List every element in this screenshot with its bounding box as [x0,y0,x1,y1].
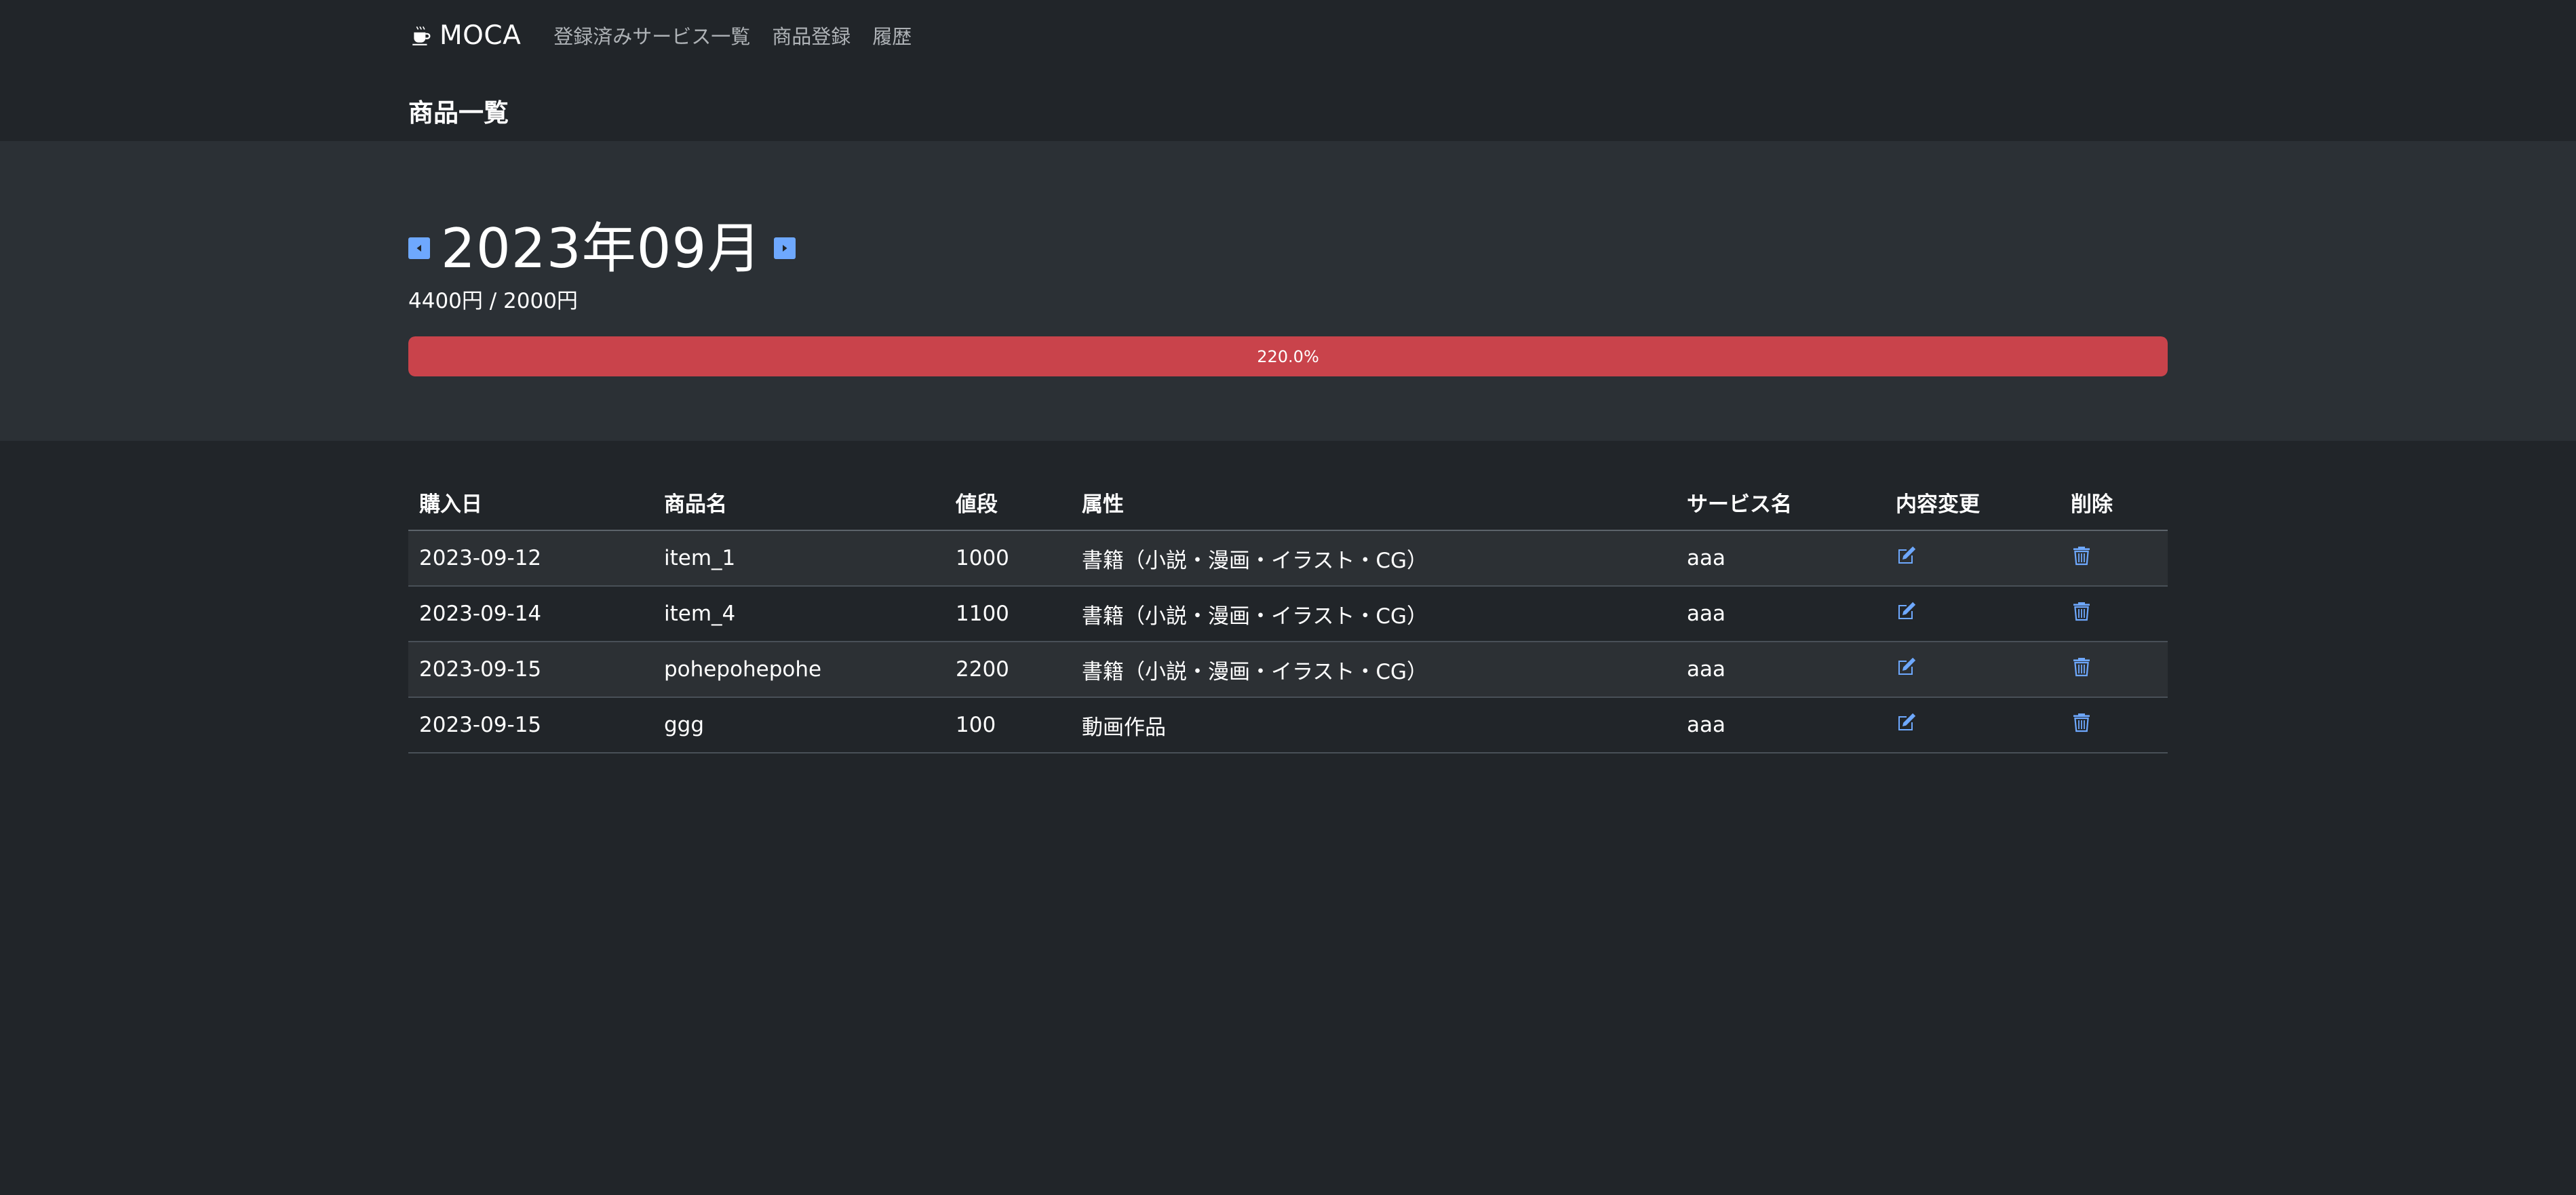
cell-delete [2060,697,2168,753]
header-edit: 内容変更 [1885,475,2060,531]
edit-button[interactable] [1896,711,1917,733]
prev-month-button[interactable] [408,237,430,259]
next-month-button[interactable] [774,237,796,259]
pencil-square-icon [1898,657,1916,675]
trash-icon [2073,547,2090,566]
delete-button[interactable] [2071,600,2092,622]
navbar-container: MOCA 登録済みサービス一覧 商品登録 履歴 [408,19,2168,52]
cell-date: 2023-09-14 [408,586,653,642]
cell-delete [2060,642,2168,698]
table-row: 2023-09-14 item_4 1100 書籍（小説・漫画・イラスト・CG）… [408,586,2168,642]
summary-panel: 2023年09月 4400円 / 2000円 220.0% [0,141,2576,441]
caret-right-icon [783,245,787,252]
cell-price: 100 [945,697,1071,753]
cell-edit [1885,697,2060,753]
header-price: 値段 [945,475,1071,531]
navbar: MOCA 登録済みサービス一覧 商品登録 履歴 [0,0,2576,71]
progress-label: 220.0% [1257,347,1319,366]
table-row: 2023-09-12 item_1 1000 書籍（小説・漫画・イラスト・CG）… [408,530,2168,587]
nav-link-services[interactable]: 登録済みサービス一覧 [553,21,750,50]
header-attribute: 属性 [1071,475,1676,531]
pencil-square-icon [1898,713,1916,730]
cell-date: 2023-09-15 [408,642,653,698]
header-service-name: サービス名 [1676,475,1885,531]
header-delete: 削除 [2060,475,2168,531]
delete-button[interactable] [2071,711,2092,733]
current-month: 2023年09月 [441,217,762,280]
items-table-wrapper: 購入日 商品名 値段 属性 サービス名 内容変更 削除 2023-09-12 i… [408,475,2168,753]
cell-date: 2023-09-12 [408,530,653,587]
table-row: 2023-09-15 ggg 100 動画作品 aaa [408,697,2168,753]
delete-button[interactable] [2071,545,2092,566]
table-row: 2023-09-15 pohepohepohe 2200 書籍（小説・漫画・イラ… [408,642,2168,698]
cell-service: aaa [1676,586,1885,642]
nav-link-history[interactable]: 履歴 [872,21,912,50]
table-header-row: 購入日 商品名 値段 属性 サービス名 内容変更 削除 [408,475,2168,531]
pencil-square-icon [1898,546,1916,564]
trash-icon [2073,713,2090,732]
cell-edit [1885,642,2060,698]
nav-link-register-item[interactable]: 商品登録 [772,21,851,50]
cell-date: 2023-09-15 [408,697,653,753]
cell-name: item_1 [653,530,945,587]
cell-attribute: 動画作品 [1071,697,1676,753]
cell-service: aaa [1676,530,1885,587]
items-table: 購入日 商品名 値段 属性 サービス名 内容変更 削除 2023-09-12 i… [408,475,2168,753]
edit-button[interactable] [1896,545,1917,566]
cell-attribute: 書籍（小説・漫画・イラスト・CG） [1071,530,1676,587]
cell-name: ggg [653,697,945,753]
budget-progress: 220.0% [408,336,2168,376]
brand-label: MOCA [440,20,522,51]
caret-left-icon [416,245,421,252]
cell-price: 1100 [945,586,1071,642]
month-navigator: 2023年09月 [408,206,796,282]
pencil-square-icon [1898,602,1916,619]
budget-progress-bar: 220.0% [408,336,2168,376]
coffee-cup-icon [408,22,434,48]
trash-icon [2073,658,2090,677]
delete-button[interactable] [2071,656,2092,678]
budget-text: 4400円 / 2000円 [408,289,578,313]
edit-button[interactable] [1896,656,1917,678]
cell-edit [1885,530,2060,587]
cell-name: item_4 [653,586,945,642]
header-item-name: 商品名 [653,475,945,531]
cell-delete [2060,530,2168,587]
cell-delete [2060,586,2168,642]
cell-name: pohepohepohe [653,642,945,698]
cell-edit [1885,586,2060,642]
cell-service: aaa [1676,697,1885,753]
header-purchase-date: 購入日 [408,475,653,531]
cell-price: 1000 [945,530,1071,587]
cell-attribute: 書籍（小説・漫画・イラスト・CG） [1071,642,1676,698]
cell-attribute: 書籍（小説・漫画・イラスト・CG） [1071,586,1676,642]
page-title: 商品一覧 [408,98,509,128]
cell-price: 2200 [945,642,1071,698]
cell-service: aaa [1676,642,1885,698]
trash-icon [2073,602,2090,621]
brand-link[interactable]: MOCA [408,20,521,51]
edit-button[interactable] [1896,600,1917,622]
